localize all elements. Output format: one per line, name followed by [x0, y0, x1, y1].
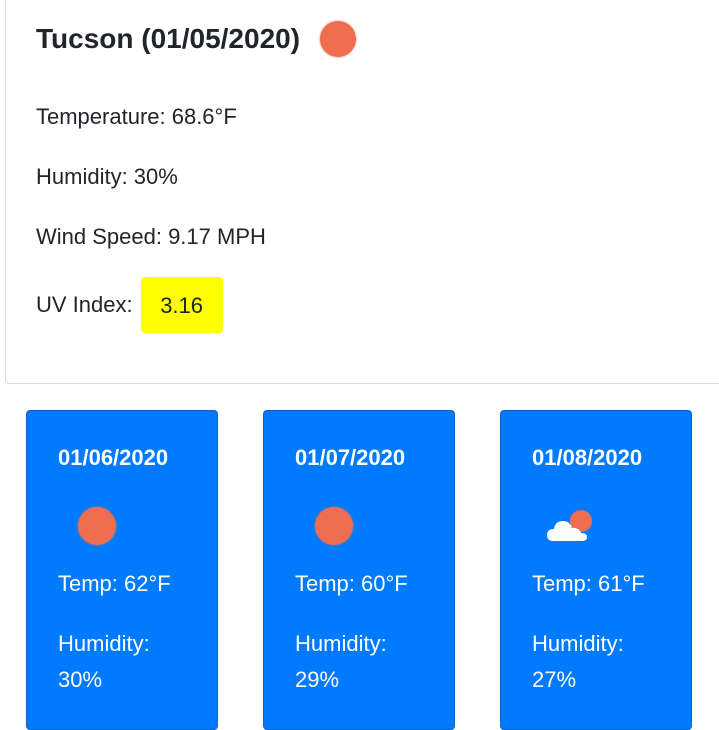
forecast-humidity-value: 29%	[295, 667, 340, 692]
forecast-icon-wrapper	[315, 507, 353, 545]
cloud-sun-icon	[547, 510, 592, 541]
forecast-date: 01/07/2020	[295, 445, 406, 470]
uv-index-label: UV Index:	[36, 292, 133, 317]
wind-speed-text: Wind Speed: 9.17 MPH	[36, 224, 266, 249]
sun-icon	[315, 507, 353, 545]
forecast-humidity-label: Humidity:	[295, 631, 387, 656]
forecast-temp: Temp: 62°F	[58, 571, 171, 596]
forecast-card: 01/07/2020 Temp: 60°F Humidity: 29%	[263, 410, 455, 730]
uv-index-badge: 3.16	[140, 277, 223, 333]
uv-index-row: UV Index: 3.16	[36, 277, 223, 333]
humidity-text: Humidity: 30%	[36, 164, 178, 189]
forecast-card: 01/08/2020 Temp: 61°F Humidity: 27%	[500, 410, 692, 730]
current-weather-card: Tucson (01/05/2020) Temperature: 68.6°F …	[5, 0, 719, 384]
forecast-humidity-label: Humidity:	[532, 631, 624, 656]
forecast-icon-wrapper	[545, 507, 597, 545]
forecast-date: 01/08/2020	[532, 445, 643, 470]
city-heading: Tucson (01/05/2020)	[36, 21, 357, 57]
forecast-humidity-value: 30%	[58, 667, 103, 692]
forecast-date: 01/06/2020	[58, 445, 169, 470]
sun-icon	[78, 507, 116, 545]
forecast-humidity-value: 27%	[532, 667, 577, 692]
temperature-text: Temperature: 68.6°F	[36, 104, 237, 129]
forecast-card: 01/06/2020 Temp: 62°F Humidity: 30%	[26, 410, 218, 730]
city-title-text: Tucson (01/05/2020)	[36, 23, 301, 54]
sun-icon	[320, 21, 357, 57]
forecast-humidity-label: Humidity:	[58, 631, 150, 656]
forecast-icon-wrapper	[78, 507, 116, 545]
forecast-temp: Temp: 60°F	[295, 571, 408, 596]
forecast-temp: Temp: 61°F	[532, 571, 645, 596]
